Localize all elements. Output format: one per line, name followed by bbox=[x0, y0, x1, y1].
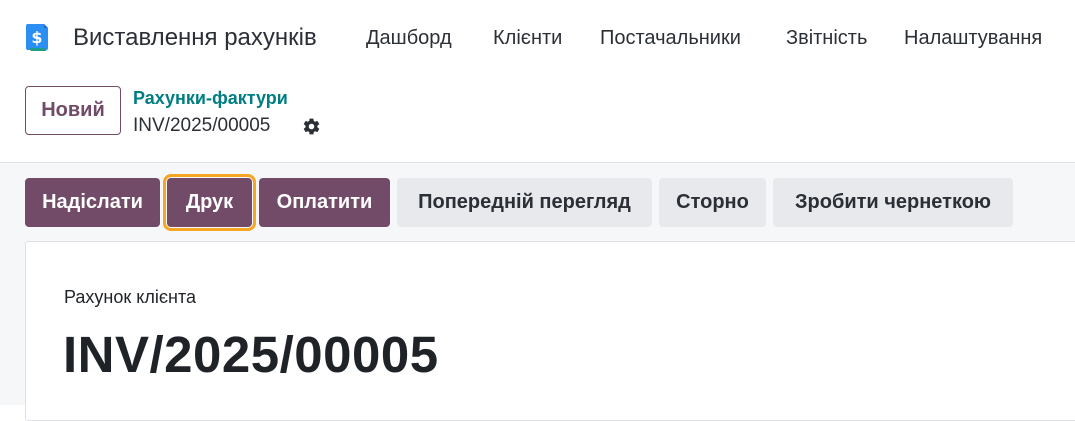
reverse-button[interactable]: Сторно bbox=[659, 178, 766, 227]
gear-icon[interactable] bbox=[302, 117, 321, 136]
preview-button[interactable]: Попередній перегляд bbox=[397, 178, 652, 227]
nav-item-customers[interactable]: Клієнти bbox=[493, 24, 562, 52]
svg-text:$: $ bbox=[31, 28, 42, 47]
nav-item-configuration[interactable]: Налаштування bbox=[904, 24, 1042, 52]
nav-item-reporting[interactable]: Звітність bbox=[786, 24, 867, 52]
new-button[interactable]: Новий bbox=[25, 86, 121, 135]
billing-dollar-icon[interactable]: $ bbox=[24, 22, 52, 52]
top-navbar: $ Виставлення рахунків Дашборд Клієнти П… bbox=[0, 0, 1075, 76]
print-button[interactable]: Друк bbox=[163, 174, 256, 231]
nav-item-vendors[interactable]: Постачальники bbox=[600, 24, 741, 52]
document-type-label: Рахунок клієнта bbox=[64, 287, 197, 307]
breadcrumb-parent-link[interactable]: Рахунки-фактури bbox=[133, 86, 288, 110]
pay-button[interactable]: Оплатити bbox=[259, 178, 390, 227]
reset-to-draft-button[interactable]: Зробити чернеткою bbox=[773, 178, 1013, 227]
app-title[interactable]: Виставлення рахунків bbox=[73, 22, 317, 54]
send-button[interactable]: Надіслати bbox=[25, 178, 160, 227]
invoice-number-title: INV/2025/00005 bbox=[63, 326, 439, 383]
breadcrumb-current: INV/2025/00005 bbox=[133, 115, 271, 136]
nav-item-dashboard[interactable]: Дашборд bbox=[366, 24, 452, 52]
